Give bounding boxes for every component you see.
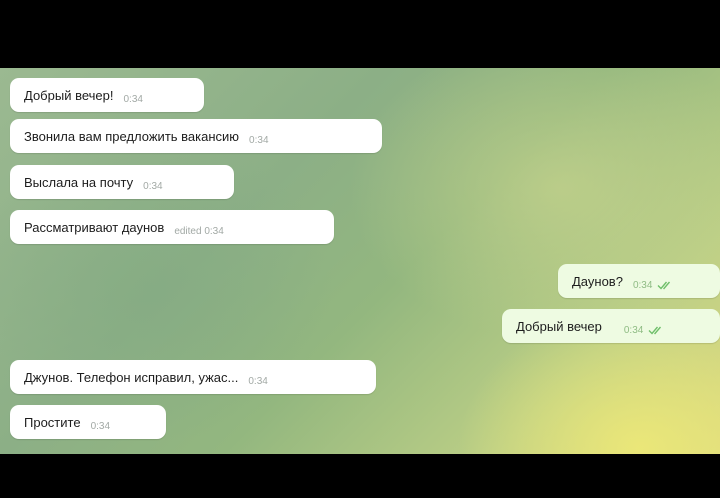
- message-text: Рассматривают даунов: [24, 219, 165, 235]
- message-bubble-incoming[interactable]: Выслала на почту 0:34: [10, 165, 234, 199]
- message-time: 0:34: [123, 93, 143, 105]
- message-text: Добрый вечер!: [24, 87, 114, 103]
- message-bubble-incoming[interactable]: Рассматривают даунов edited 0:34: [10, 210, 334, 244]
- message-bubble-incoming[interactable]: Звонила вам предложить вакансию 0:34: [10, 119, 382, 153]
- message-time: 0:34: [632, 279, 653, 291]
- message-text: Выслала на почту: [24, 174, 134, 190]
- message-time: 0:34: [249, 134, 269, 146]
- chat-area: Добрый вечер! 0:34 Звонила вам предложит…: [0, 68, 720, 454]
- message-bubble-outgoing[interactable]: Добрый вечер 0:34: [502, 309, 720, 343]
- double-check-icon: [648, 326, 662, 335]
- message-text: Простите: [24, 414, 81, 430]
- double-check-icon: [657, 281, 671, 290]
- message-time: 0:34: [623, 324, 644, 336]
- message-time: edited 0:34: [174, 225, 224, 237]
- message-bubble-incoming[interactable]: Добрый вечер! 0:34: [10, 78, 204, 112]
- message-time: 0:34: [248, 375, 268, 387]
- message-text: Джунов. Телефон исправил, ужас...: [24, 369, 239, 385]
- message-bubble-incoming[interactable]: Простите 0:34: [10, 405, 166, 439]
- message-text: Звонила вам предложить вакансию: [24, 128, 240, 144]
- message-time: 0:34: [143, 180, 163, 192]
- message-bubble-outgoing[interactable]: Даунов? 0:34: [558, 264, 720, 298]
- message-time: 0:34: [90, 420, 111, 432]
- message-text: Даунов?: [572, 273, 623, 289]
- message-text: Добрый вечер: [516, 318, 602, 334]
- message-bubble-incoming[interactable]: Джунов. Телефон исправил, ужас... 0:34: [10, 360, 376, 394]
